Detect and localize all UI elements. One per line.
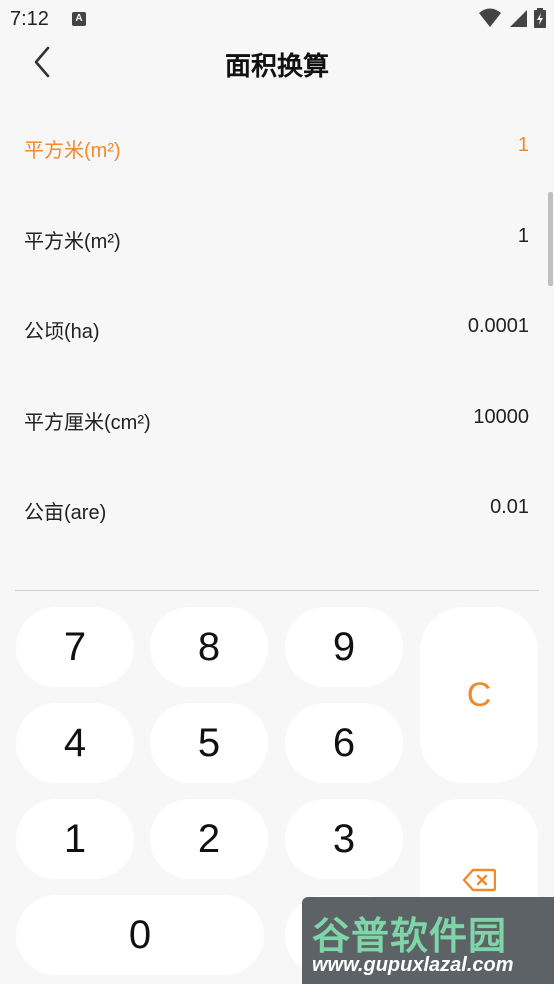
key-5[interactable]: 5 bbox=[150, 703, 268, 783]
unit-label: 平方米(m²) bbox=[24, 230, 121, 253]
unit-value: 1 bbox=[517, 134, 529, 156]
key-7[interactable]: 7 bbox=[16, 607, 134, 687]
unit-value: 1 bbox=[517, 224, 529, 247]
unit-value: 10000 bbox=[473, 405, 529, 428]
watermark-url: www.gupuxlazal.com bbox=[312, 954, 514, 976]
unit-row[interactable]: 平方米(m²) 1 bbox=[0, 192, 554, 283]
key-1[interactable]: 1 bbox=[16, 799, 134, 879]
key-0[interactable]: 0 bbox=[16, 895, 264, 975]
clear-button[interactable]: C bbox=[420, 607, 538, 783]
watermark-title: 谷普软件园 bbox=[312, 916, 508, 958]
key-3[interactable]: 3 bbox=[285, 799, 403, 879]
unit-row[interactable]: 公亩(are) 0.01 bbox=[0, 463, 554, 554]
page-title: 面积换算 bbox=[224, 51, 329, 81]
wifi-icon bbox=[478, 8, 502, 33]
battery-icon bbox=[534, 8, 546, 33]
unit-row[interactable]: 公顷(ha) 0.0001 bbox=[0, 282, 554, 373]
unit-list: 平方米(m²) 1 平方米(m²) 1 公顷(ha) 0.0001 平方厘米(c… bbox=[0, 101, 554, 554]
unit-label: 平方厘米(cm²) bbox=[24, 411, 151, 434]
key-6[interactable]: 6 bbox=[285, 703, 403, 783]
unit-value: 0.01 bbox=[490, 496, 529, 519]
key-2[interactable]: 2 bbox=[150, 799, 268, 879]
status-bar: 7:12 A bbox=[0, 0, 554, 40]
key-8[interactable]: 8 bbox=[150, 607, 268, 687]
key-9[interactable]: 9 bbox=[285, 607, 403, 687]
unit-row-active[interactable]: 平方米(m²) 1 bbox=[0, 101, 554, 192]
app-header: 面积换算 bbox=[0, 40, 554, 90]
unit-value: 0.0001 bbox=[467, 315, 529, 338]
status-time: 7:12 bbox=[10, 8, 49, 30]
list-scrollbar[interactable] bbox=[548, 192, 553, 286]
unit-label: 公顷(ha) bbox=[24, 321, 100, 344]
keypad-divider bbox=[15, 590, 539, 591]
unit-label: 公亩(are) bbox=[24, 502, 107, 525]
app-notification-icon: A bbox=[72, 12, 86, 26]
unit-row[interactable]: 平方厘米(cm²) 10000 bbox=[0, 373, 554, 464]
signal-icon bbox=[508, 8, 528, 33]
watermark-logo: 谷普软件园 www.gupuxlazal.com bbox=[302, 897, 554, 984]
backspace-icon bbox=[462, 857, 497, 902]
key-4[interactable]: 4 bbox=[16, 703, 134, 783]
unit-label: 平方米(m²) bbox=[24, 140, 121, 162]
